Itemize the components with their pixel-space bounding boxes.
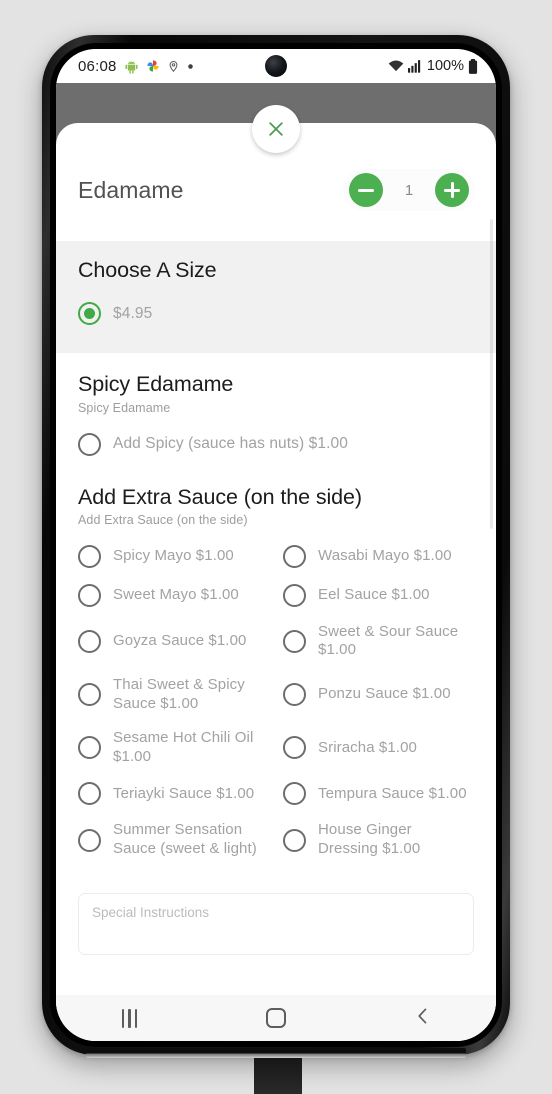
section-title: Choose A Size (78, 258, 217, 282)
option-label: Sesame Hot Chili Oil $1.00 (113, 729, 254, 765)
quantity-stepper: 1 (344, 170, 474, 210)
radio-button[interactable] (283, 629, 306, 653)
location-pin-icon (167, 60, 180, 73)
close-icon[interactable] (252, 105, 300, 153)
section-subtitle: Spicy Edamame (78, 400, 171, 415)
option-row[interactable]: Spicy Mayo $1.00 (78, 537, 269, 576)
section-title: Add Extra Sauce (on the side) (78, 484, 362, 509)
option-label: Ponzu Sauce $1.00 (318, 685, 451, 703)
option-row[interactable]: Sweet & Sour Sauce $1.00 (283, 615, 474, 668)
radio-button[interactable] (78, 828, 101, 852)
option-sections: Choose A Size $4.95 Spicy Edamame Spicy Eda… (56, 241, 496, 871)
battery-percent-label: 100% (426, 58, 464, 74)
status-bar-right: 100% (388, 58, 478, 74)
status-bar-left: 06:08 (78, 58, 194, 75)
decrease-quantity-button[interactable] (349, 173, 383, 207)
battery-icon (468, 58, 478, 74)
option-row[interactable]: Sesame Hot Chili Oil $1.00 (78, 721, 269, 774)
option-row[interactable]: $4.95 (78, 296, 474, 331)
home-button[interactable] (203, 995, 350, 1041)
cellular-signal-icon (407, 59, 423, 73)
option-row[interactable]: Sweet Mayo $1.00 (78, 576, 269, 615)
sheet-scrollbar[interactable] (490, 219, 493, 529)
option-label: House Ginger Dressing $1.00 (318, 821, 421, 858)
option-label: Goyza Sauce $1.00 (113, 632, 247, 650)
product-detail-sheet: Edamame 1 Choose A Size $4.95 Spicy Edam… (56, 123, 496, 1041)
option-row[interactable]: Eel Sauce $1.00 (283, 576, 474, 615)
option-section: Choose A Size $4.95 (56, 241, 496, 354)
section-title: Spicy Edamame (78, 372, 234, 397)
option-row[interactable]: Sriracha $1.00 (283, 721, 474, 774)
home-icon (266, 1008, 286, 1028)
radio-button-selected[interactable] (78, 302, 101, 326)
option-label: Sweet & Sour Sauce $1.00 (318, 622, 459, 659)
option-label: Add Spicy (sauce has nuts) $1.00 (113, 435, 348, 453)
option-label: $4.95 (113, 305, 153, 323)
option-row[interactable]: Add Spicy (sauce has nuts) $1.00 (78, 427, 474, 462)
increase-quantity-button[interactable] (435, 173, 469, 207)
option-label: Thai Sweet & Spicy Sauce $1.00 (113, 676, 245, 712)
section-subtitle: Add Extra Sauce (on the side) (78, 512, 248, 527)
screenshot-stage: 06:08 100% Edamame 1 Choose A Size $4.95… (0, 0, 552, 1094)
recents-button[interactable] (56, 995, 203, 1041)
option-section: Add Extra Sauce (on the side) Add Extra S… (56, 466, 496, 871)
phone-stand-base (86, 1048, 466, 1058)
radio-button[interactable] (283, 828, 306, 852)
sheet-scroll-area[interactable]: Edamame 1 Choose A Size $4.95 Spicy Edam… (56, 123, 496, 997)
option-row[interactable]: Tempura Sauce $1.00 (283, 774, 474, 813)
phone-screen: 06:08 100% Edamame 1 Choose A Size $4.95… (56, 49, 496, 1041)
wifi-icon (388, 59, 404, 73)
front-camera-punch-hole (265, 55, 287, 77)
radio-button[interactable] (283, 683, 306, 707)
option-row[interactable]: Thai Sweet & Spicy Sauce $1.00 (78, 668, 269, 721)
option-row[interactable]: Ponzu Sauce $1.00 (283, 668, 474, 721)
option-label: Sweet Mayo $1.00 (113, 586, 239, 604)
radio-button[interactable] (283, 736, 306, 760)
option-label: Teriayki Sauce $1.00 (113, 784, 255, 802)
option-list: $4.95 (78, 296, 474, 331)
minus-icon (358, 182, 374, 198)
option-section: Spicy Edamame Spicy Edamame Add Spicy (sau… (56, 353, 496, 465)
radio-button[interactable] (78, 544, 101, 568)
option-row[interactable]: Goyza Sauce $1.00 (78, 615, 269, 668)
option-label: Eel Sauce $1.00 (318, 586, 430, 604)
radio-button[interactable] (78, 583, 101, 607)
option-label: Spicy Mayo $1.00 (113, 547, 234, 565)
radio-button[interactable] (283, 583, 306, 607)
android-navigation-bar (56, 995, 496, 1041)
option-label: Summer Sensation Sauce (sweet & light) (113, 821, 257, 858)
option-list: Add Spicy (sauce has nuts) $1.00 (78, 427, 474, 462)
phone-device-frame: 06:08 100% Edamame 1 Choose A Size $4.95… (42, 35, 510, 1055)
option-list: Spicy Mayo $1.00 Wasabi Mayo $1.00 Sweet M… (78, 537, 474, 867)
radio-button[interactable] (283, 544, 306, 568)
special-instructions-input[interactable] (78, 892, 474, 955)
phone-stand-neck (254, 1054, 302, 1094)
photos-pinwheel-icon (146, 59, 160, 73)
back-icon (413, 1006, 433, 1031)
radio-button[interactable] (78, 736, 101, 760)
android-robot-icon (124, 59, 139, 74)
status-bar-clock: 06:08 (78, 57, 117, 75)
radio-button[interactable] (78, 683, 101, 707)
option-row[interactable]: Teriayki Sauce $1.00 (78, 774, 269, 813)
plus-icon (444, 182, 460, 198)
option-label: Sriracha $1.00 (318, 738, 417, 756)
radio-button[interactable] (78, 432, 101, 456)
status-bar: 06:08 100% (56, 49, 496, 83)
radio-button[interactable] (78, 782, 101, 806)
option-label: Tempura Sauce $1.00 (318, 784, 467, 802)
dot-icon (187, 63, 194, 70)
product-name: Edamame (78, 176, 184, 203)
option-row[interactable]: Summer Sensation Sauce (sweet & light) (78, 813, 269, 866)
option-row[interactable]: House Ginger Dressing $1.00 (283, 813, 474, 866)
radio-button[interactable] (283, 782, 306, 806)
back-button[interactable] (349, 995, 496, 1041)
recents-icon (121, 1008, 137, 1028)
special-instructions-wrapper (56, 871, 496, 960)
option-label: Wasabi Mayo $1.00 (318, 547, 452, 565)
quantity-value: 1 (404, 181, 414, 199)
option-row[interactable]: Wasabi Mayo $1.00 (283, 537, 474, 576)
radio-button[interactable] (78, 629, 101, 653)
